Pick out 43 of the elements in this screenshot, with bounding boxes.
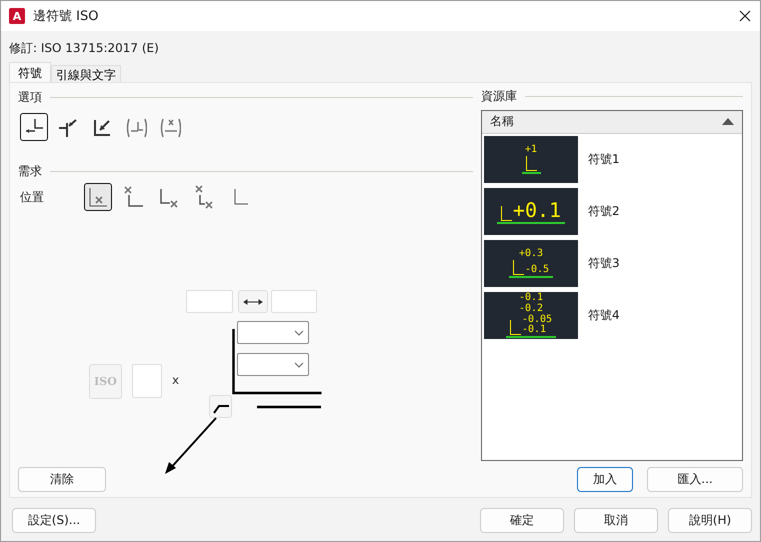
tab[interactable]: 引線與文字 xyxy=(51,65,121,82)
settings-button[interactable]: 設定(S)... xyxy=(12,508,96,533)
symbol-name[interactable]: 符號4 xyxy=(588,306,620,324)
import-button[interactable]: 匯入... xyxy=(647,467,743,492)
section-title: 資源庫 xyxy=(481,88,517,106)
symbol-preview: +1 xyxy=(484,136,578,183)
clear-button[interactable]: 清除 xyxy=(18,467,106,492)
chevron-down-icon xyxy=(294,330,304,336)
add-button[interactable]: 加入 xyxy=(577,467,633,492)
help-button[interactable]: 說明(H) xyxy=(668,508,752,533)
app-logo: A xyxy=(9,8,25,24)
multiply-label: x xyxy=(172,373,180,387)
section-title: 需求 xyxy=(18,162,42,180)
option-button[interactable] xyxy=(20,113,48,141)
chevron-down-icon xyxy=(294,362,304,368)
cancel-button[interactable]: 取消 xyxy=(574,508,658,533)
input-field[interactable] xyxy=(271,290,317,313)
revision-label: 修訂: ISO 13715:2017 (E) xyxy=(9,41,159,55)
section-title: 選項 xyxy=(18,88,42,106)
direction-button[interactable] xyxy=(238,290,268,313)
symbol-preview: +0.1 xyxy=(484,188,578,235)
sort-up-icon xyxy=(722,118,734,126)
symbol-name[interactable]: 符號3 xyxy=(588,254,620,272)
leader-arrow xyxy=(164,417,218,475)
position-label: 位置 xyxy=(20,188,45,206)
leader-button[interactable] xyxy=(209,395,232,418)
input-field[interactable] xyxy=(132,364,162,398)
double-arrow-icon xyxy=(243,298,263,306)
dropdown[interactable] xyxy=(237,353,309,376)
symbol-name[interactable]: 符號1 xyxy=(588,150,620,168)
window-title: 邊符號 ISO xyxy=(33,8,100,25)
tab[interactable]: 符號 xyxy=(9,62,51,82)
symbol-name[interactable]: 符號2 xyxy=(588,202,620,220)
symbol-icon xyxy=(125,116,147,138)
position-button[interactable] xyxy=(84,183,112,211)
column-header[interactable]: 名稱 xyxy=(482,110,742,134)
position-icon xyxy=(122,185,146,209)
dropdown[interactable] xyxy=(237,321,309,344)
input-field[interactable] xyxy=(186,290,233,313)
ok-button[interactable]: 確定 xyxy=(480,508,564,533)
symbol-preview: +0.3 -0.5 xyxy=(484,240,578,287)
symbol-preview: -0.1 -0.2 -0.05 -0.1 xyxy=(484,292,578,339)
symbol-icon xyxy=(159,116,181,138)
